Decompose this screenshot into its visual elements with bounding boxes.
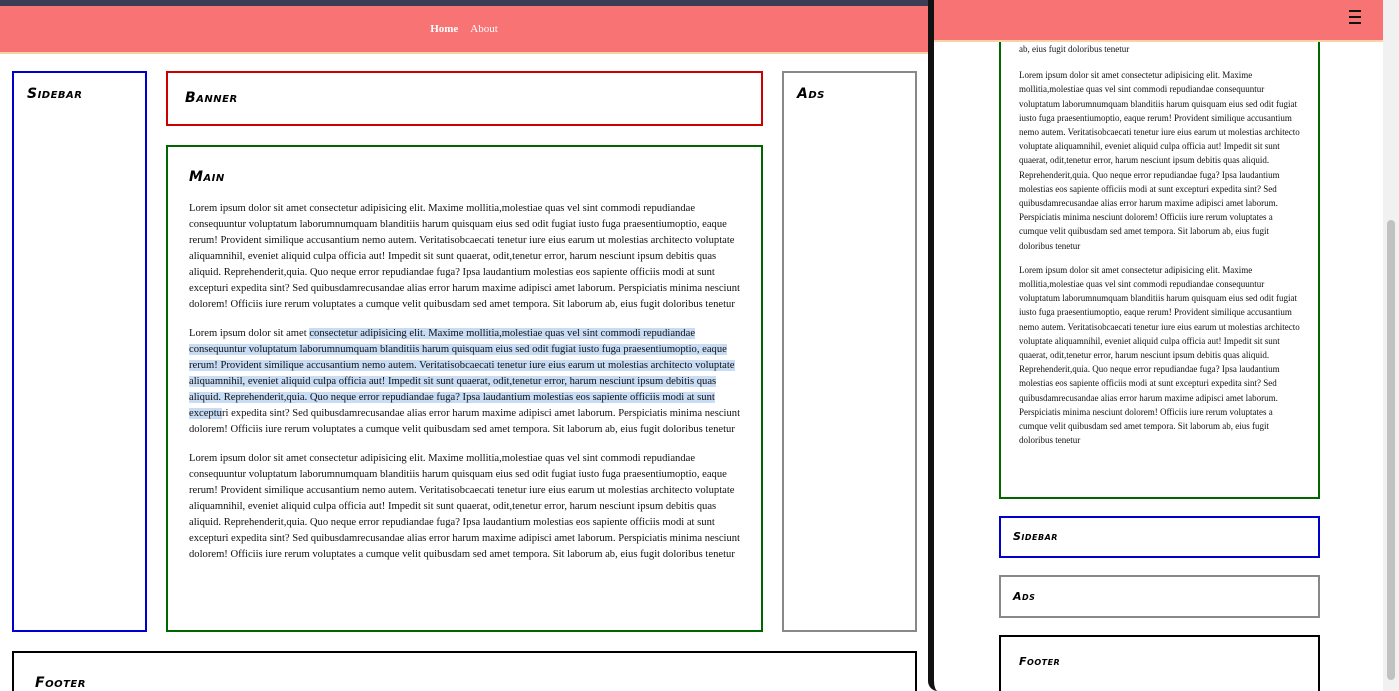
scrollbar-thumb[interactable] bbox=[1387, 220, 1395, 680]
mobile-sidebar-heading: Sidebar bbox=[1013, 530, 1058, 543]
main-heading: Main bbox=[189, 169, 225, 185]
main-paragraph-1: Lorem ipsum dolor sit amet consectetur a… bbox=[189, 203, 740, 310]
nav-about-link[interactable]: About bbox=[470, 23, 498, 35]
mobile-main-content: ab, eius fugit doloribus tenetur Lorem i… bbox=[1019, 42, 1302, 457]
banner-heading: Banner bbox=[185, 90, 238, 106]
main-paragraph-3: Lorem ipsum dolor sit amet consectetur a… bbox=[189, 453, 740, 560]
banner-section: Banner bbox=[166, 71, 763, 126]
nav-home-link[interactable]: Home bbox=[430, 23, 458, 35]
mobile-paragraph-b: Lorem ipsum dolor sit amet consectetur a… bbox=[1019, 264, 1300, 446]
sidebar-section: Sidebar bbox=[12, 71, 147, 632]
footer-heading: Footer bbox=[35, 675, 86, 691]
sidebar-heading: Sidebar bbox=[27, 86, 83, 102]
mobile-view: ab, eius fugit doloribus tenetur Lorem i… bbox=[928, 0, 1399, 691]
selected-text: consectetur adipisicing elit. Maxime mol… bbox=[189, 328, 735, 419]
top-nav: Home About bbox=[0, 6, 928, 54]
hamburger-menu-icon[interactable] bbox=[1349, 10, 1361, 24]
ads-section: Ads bbox=[782, 71, 917, 632]
desktop-view: Home About Sidebar Banner Ads Main Lorem… bbox=[0, 0, 928, 691]
main-paragraph-2: Lorem ipsum dolor sit amet consectetur a… bbox=[189, 326, 744, 438]
mobile-ads-section: Ads bbox=[999, 575, 1320, 618]
mobile-paragraph-a: Lorem ipsum dolor sit amet consectetur a… bbox=[1019, 70, 1300, 251]
mobile-top-nav bbox=[934, 0, 1389, 42]
paragraph-2-start: Lorem ipsum dolor sit amet bbox=[189, 328, 310, 339]
mobile-ads-heading: Ads bbox=[1013, 590, 1036, 603]
main-content: Lorem ipsum dolor sit amet consectetur a… bbox=[189, 201, 744, 576]
ads-heading: Ads bbox=[797, 86, 825, 102]
vertical-scrollbar[interactable] bbox=[1383, 0, 1399, 691]
mobile-sidebar-section: Sidebar bbox=[999, 516, 1320, 558]
footer-section: Footer bbox=[12, 651, 917, 691]
mobile-paragraph-tail: ab, eius fugit doloribus tenetur bbox=[1019, 44, 1130, 54]
paragraph-2-end: ri expedita sint? Sed quibusdamrecusanda… bbox=[189, 408, 741, 435]
mobile-footer-heading: Footer bbox=[1019, 655, 1061, 668]
mobile-footer-section: Footer bbox=[999, 635, 1320, 691]
main-section: Main Lorem ipsum dolor sit amet consecte… bbox=[166, 145, 763, 632]
mobile-main-section: ab, eius fugit doloribus tenetur Lorem i… bbox=[999, 0, 1320, 499]
